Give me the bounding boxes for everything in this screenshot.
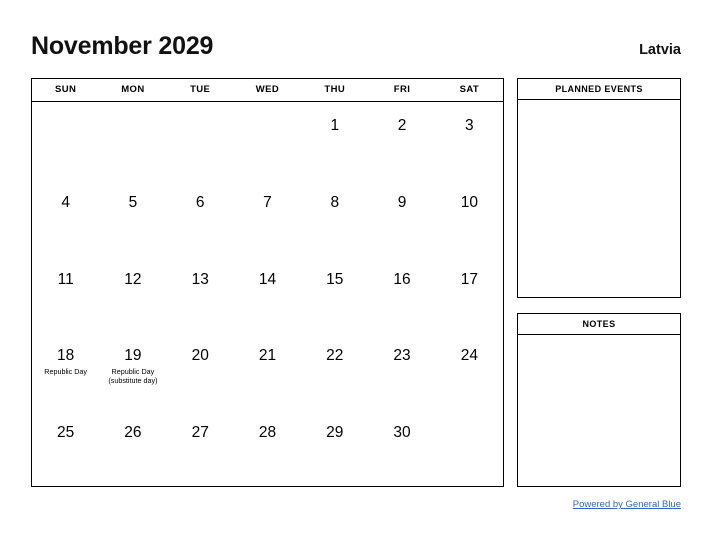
day-number: 16 xyxy=(393,270,411,288)
planned-events-panel: PLANNED EVENTS xyxy=(517,78,681,298)
footer: Powered by General Blue xyxy=(331,494,681,512)
day-number: 11 xyxy=(57,270,74,288)
day-cell[interactable]: 12 xyxy=(99,256,166,333)
weekday-thu: THU xyxy=(324,84,346,95)
planned-events-body[interactable] xyxy=(518,100,680,297)
day-number: 29 xyxy=(326,424,344,442)
day-number: 9 xyxy=(397,193,407,211)
weekday-header-row: SUN MON TUE WED THU FRI SAT xyxy=(32,79,503,102)
day-cell[interactable]: 9 xyxy=(368,179,435,256)
weekday-fri: FRI xyxy=(393,84,411,95)
calendar-grid: SUN MON TUE WED THU FRI SAT 1 2 3 4 5 6 … xyxy=(31,78,504,487)
day-cell[interactable]: 16 xyxy=(368,256,435,333)
week-row: 18 Republic Day 19 Republic Day (substit… xyxy=(32,332,503,409)
day-cell[interactable]: 3 xyxy=(436,102,503,179)
day-cell[interactable] xyxy=(32,102,99,179)
day-event: Republic Day (substitute day) xyxy=(108,367,158,386)
calendar-page: November 2029 Latvia SUN MON TUE WED THU… xyxy=(0,0,712,550)
day-number: 27 xyxy=(191,424,209,442)
day-number: 22 xyxy=(326,347,344,365)
day-cell[interactable] xyxy=(436,409,503,486)
day-number: 20 xyxy=(191,347,209,365)
day-cell[interactable]: 11 xyxy=(32,256,99,333)
day-cell[interactable]: 5 xyxy=(99,179,166,256)
weekday-tue: TUE xyxy=(190,84,211,95)
day-number: 4 xyxy=(61,193,70,211)
day-number: 18 xyxy=(57,347,75,365)
day-cell[interactable]: 26 xyxy=(99,409,166,486)
day-cell[interactable]: 8 xyxy=(301,179,368,256)
day-cell[interactable]: 7 xyxy=(234,179,301,256)
day-cell[interactable]: 29 xyxy=(301,409,368,486)
day-cell[interactable]: 24 xyxy=(436,332,503,409)
day-number: 3 xyxy=(465,117,474,134)
day-cell[interactable]: 27 xyxy=(167,409,234,486)
weekday-sat: SAT xyxy=(459,84,480,95)
week-row: 4 5 6 7 8 9 10 xyxy=(32,179,503,256)
day-number: 2 xyxy=(397,117,407,134)
day-number: 13 xyxy=(191,270,209,288)
day-cell[interactable] xyxy=(234,102,301,179)
calendar-weeks: 1 2 3 4 5 6 7 8 9 10 11 12 13 14 15 16 1… xyxy=(32,102,503,486)
weekday-mon: MON xyxy=(121,84,145,95)
day-cell[interactable]: 2 xyxy=(368,102,435,179)
day-number: 21 xyxy=(258,347,277,365)
page-title: November 2029 xyxy=(31,32,214,60)
day-cell[interactable] xyxy=(99,102,166,179)
day-cell[interactable]: 25 xyxy=(32,409,99,486)
day-number: 6 xyxy=(195,193,205,211)
notes-panel: NOTES xyxy=(517,313,681,487)
powered-by-link[interactable]: Powered by General Blue xyxy=(573,499,681,510)
day-number: 24 xyxy=(460,347,478,365)
day-cell[interactable]: 1 xyxy=(301,102,368,179)
day-number: 8 xyxy=(330,193,340,211)
day-number: 7 xyxy=(263,193,272,211)
week-row: 11 12 13 14 15 16 17 xyxy=(32,256,503,333)
day-number: 1 xyxy=(330,117,340,134)
day-cell[interactable]: 20 xyxy=(167,332,234,409)
day-number: 23 xyxy=(393,347,411,365)
day-cell[interactable]: 30 xyxy=(368,409,435,486)
day-cell[interactable]: 22 xyxy=(301,332,368,409)
planned-events-title: PLANNED EVENTS xyxy=(518,79,680,100)
day-cell[interactable] xyxy=(167,102,234,179)
day-number: 5 xyxy=(128,193,138,211)
day-number: 10 xyxy=(460,193,478,211)
day-number: 17 xyxy=(460,270,478,288)
day-cell[interactable]: 21 xyxy=(234,332,301,409)
day-number: 14 xyxy=(258,270,277,288)
day-cell[interactable]: 18 Republic Day xyxy=(32,332,99,409)
day-cell[interactable]: 10 xyxy=(436,179,503,256)
country-label: Latvia xyxy=(639,42,681,58)
day-number: 30 xyxy=(393,424,411,442)
day-cell[interactable]: 28 xyxy=(234,409,301,486)
day-number: 28 xyxy=(258,424,277,442)
weekday-wed: WED xyxy=(255,84,280,95)
day-number: 25 xyxy=(57,424,75,442)
day-number: 15 xyxy=(326,270,344,288)
day-cell[interactable]: 15 xyxy=(301,256,368,333)
day-number: 19 xyxy=(124,347,142,365)
day-cell[interactable]: 4 xyxy=(32,179,99,256)
day-cell[interactable]: 14 xyxy=(234,256,301,333)
week-row: 1 2 3 xyxy=(32,102,503,179)
day-cell[interactable]: 6 xyxy=(167,179,234,256)
page-header: November 2029 Latvia xyxy=(31,32,681,68)
week-row: 25 26 27 28 29 30 xyxy=(32,409,503,486)
weekday-sun: SUN xyxy=(55,84,77,95)
day-number: 12 xyxy=(124,270,142,288)
day-number: 26 xyxy=(124,424,142,442)
day-cell[interactable]: 13 xyxy=(167,256,234,333)
day-cell[interactable]: 19 Republic Day (substitute day) xyxy=(99,332,166,409)
day-cell[interactable]: 17 xyxy=(436,256,503,333)
notes-body[interactable] xyxy=(518,335,680,486)
notes-title: NOTES xyxy=(518,314,680,335)
day-event: Republic Day xyxy=(44,367,88,377)
day-cell[interactable]: 23 xyxy=(368,332,435,409)
